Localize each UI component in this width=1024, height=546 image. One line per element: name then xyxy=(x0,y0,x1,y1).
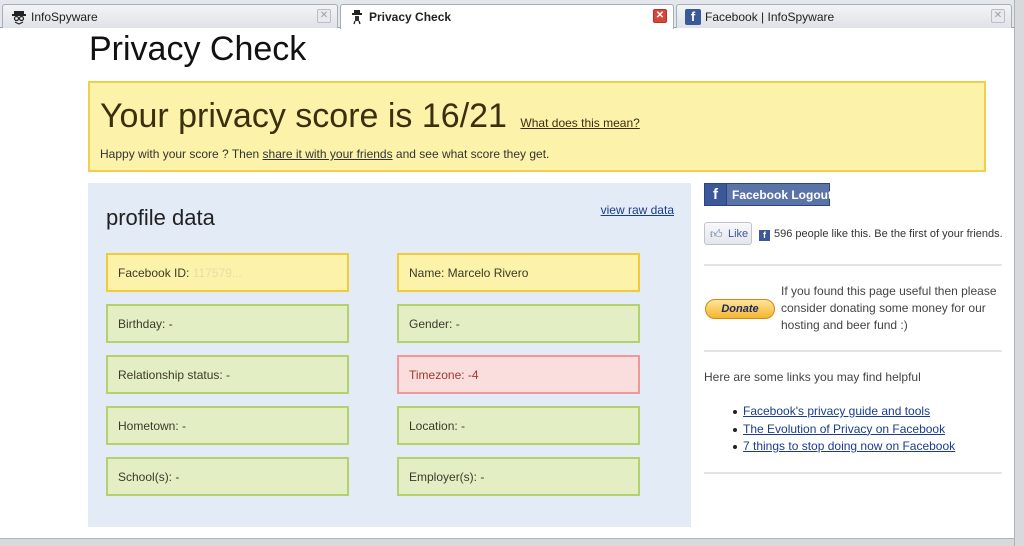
close-icon[interactable]: ✕ xyxy=(991,9,1005,23)
share-prompt-text-end: and see what score they get. xyxy=(392,147,550,161)
helpful-links-intro: Here are some links you may find helpful xyxy=(704,370,921,384)
divider xyxy=(704,472,1002,474)
privacy-score-text: Your privacy score is 16/21 xyxy=(100,97,507,135)
page-title: Privacy Check xyxy=(89,30,307,68)
list-item: Facebook's privacy guide and tools xyxy=(732,404,955,422)
schools-field: School(s): - xyxy=(106,457,349,496)
relationship-status-field: Relationship status: - xyxy=(106,355,349,394)
tab-facebook-infospyware[interactable]: f Facebook | InfoSpyware ✕ xyxy=(676,4,1012,28)
share-with-friends-link[interactable]: share it with your friends xyxy=(263,147,393,161)
what-does-this-mean-link[interactable]: What does this mean? xyxy=(520,116,639,130)
facebook-logout-button[interactable]: f Facebook Logout xyxy=(704,183,832,206)
privacy-score-heading: Your privacy score is 16/21 What does th… xyxy=(100,97,640,136)
spy-icon xyxy=(349,9,365,25)
employers-field: Employer(s): - xyxy=(397,457,640,496)
tab-privacy-check[interactable]: Privacy Check ✕ xyxy=(340,4,674,29)
facebook-icon: f xyxy=(705,184,727,205)
birthday-field: Birthday: - xyxy=(106,304,349,343)
tab-label: Facebook | InfoSpyware xyxy=(705,10,835,24)
link-facebook-privacy-guide[interactable]: Facebook's privacy guide and tools xyxy=(743,404,930,418)
facebook-id-field: Facebook ID: 117579... xyxy=(106,253,349,292)
close-icon[interactable]: ✕ xyxy=(653,9,667,23)
privacy-score-box: Your privacy score is 16/21 What does th… xyxy=(88,81,986,172)
link-evolution-of-privacy[interactable]: The Evolution of Privacy on Facebook xyxy=(743,422,945,436)
divider xyxy=(704,350,1002,352)
list-item: The Evolution of Privacy on Facebook xyxy=(732,422,955,440)
share-prompt: Happy with your score ? Then share it wi… xyxy=(100,147,549,161)
donate-text: If you found this page useful then pleas… xyxy=(781,284,997,332)
hometown-field: Hometown: - xyxy=(106,406,349,445)
helpful-links-list: Facebook's privacy guide and tools The E… xyxy=(732,404,955,457)
facebook-logout-label: Facebook Logout xyxy=(732,188,832,202)
tab-label: Privacy Check xyxy=(369,10,452,24)
tab-infospyware[interactable]: InfoSpyware ✕ xyxy=(2,4,338,28)
donate-button[interactable]: Donate xyxy=(705,299,775,319)
facebook-icon: f xyxy=(759,230,770,241)
gender-field: Gender: - xyxy=(397,304,640,343)
name-field: Name: Marcelo Rivero xyxy=(397,253,640,292)
profile-data-panel: profile data view raw data Facebook ID: … xyxy=(88,183,691,527)
link-7-things-to-stop[interactable]: 7 things to stop doing now on Facebook xyxy=(743,439,955,453)
like-label: Like xyxy=(728,228,749,240)
facebook-icon: f xyxy=(685,9,701,25)
facebook-id-label: Facebook ID: xyxy=(118,266,190,280)
like-count-text: f 596 people like this. Be the first of y… xyxy=(759,228,1003,241)
close-icon[interactable]: ✕ xyxy=(317,9,331,23)
spy-icon xyxy=(11,9,27,25)
list-item: 7 things to stop doing now on Facebook xyxy=(732,439,955,457)
window-edge-right xyxy=(1014,0,1024,546)
view-raw-data-link[interactable]: view raw data xyxy=(601,203,674,217)
thumbs-up-icon: 👍︎ xyxy=(710,227,723,241)
tab-label: InfoSpyware xyxy=(31,10,98,24)
facebook-id-value: 117579... xyxy=(192,266,242,280)
like-count-label: 596 people like this. Be the first of yo… xyxy=(774,228,1003,240)
profile-data-title: profile data xyxy=(106,205,215,230)
tab-bar: InfoSpyware ✕ Privacy Check ✕ f Facebook… xyxy=(0,0,1014,29)
share-prompt-text: Happy with your score ? Then xyxy=(100,147,263,161)
location-field: Location: - xyxy=(397,406,640,445)
divider xyxy=(704,264,1002,266)
window-edge-bottom xyxy=(0,538,1014,546)
like-button[interactable]: 👍︎ Like xyxy=(704,222,752,245)
timezone-field: Timezone: -4 xyxy=(397,355,640,394)
